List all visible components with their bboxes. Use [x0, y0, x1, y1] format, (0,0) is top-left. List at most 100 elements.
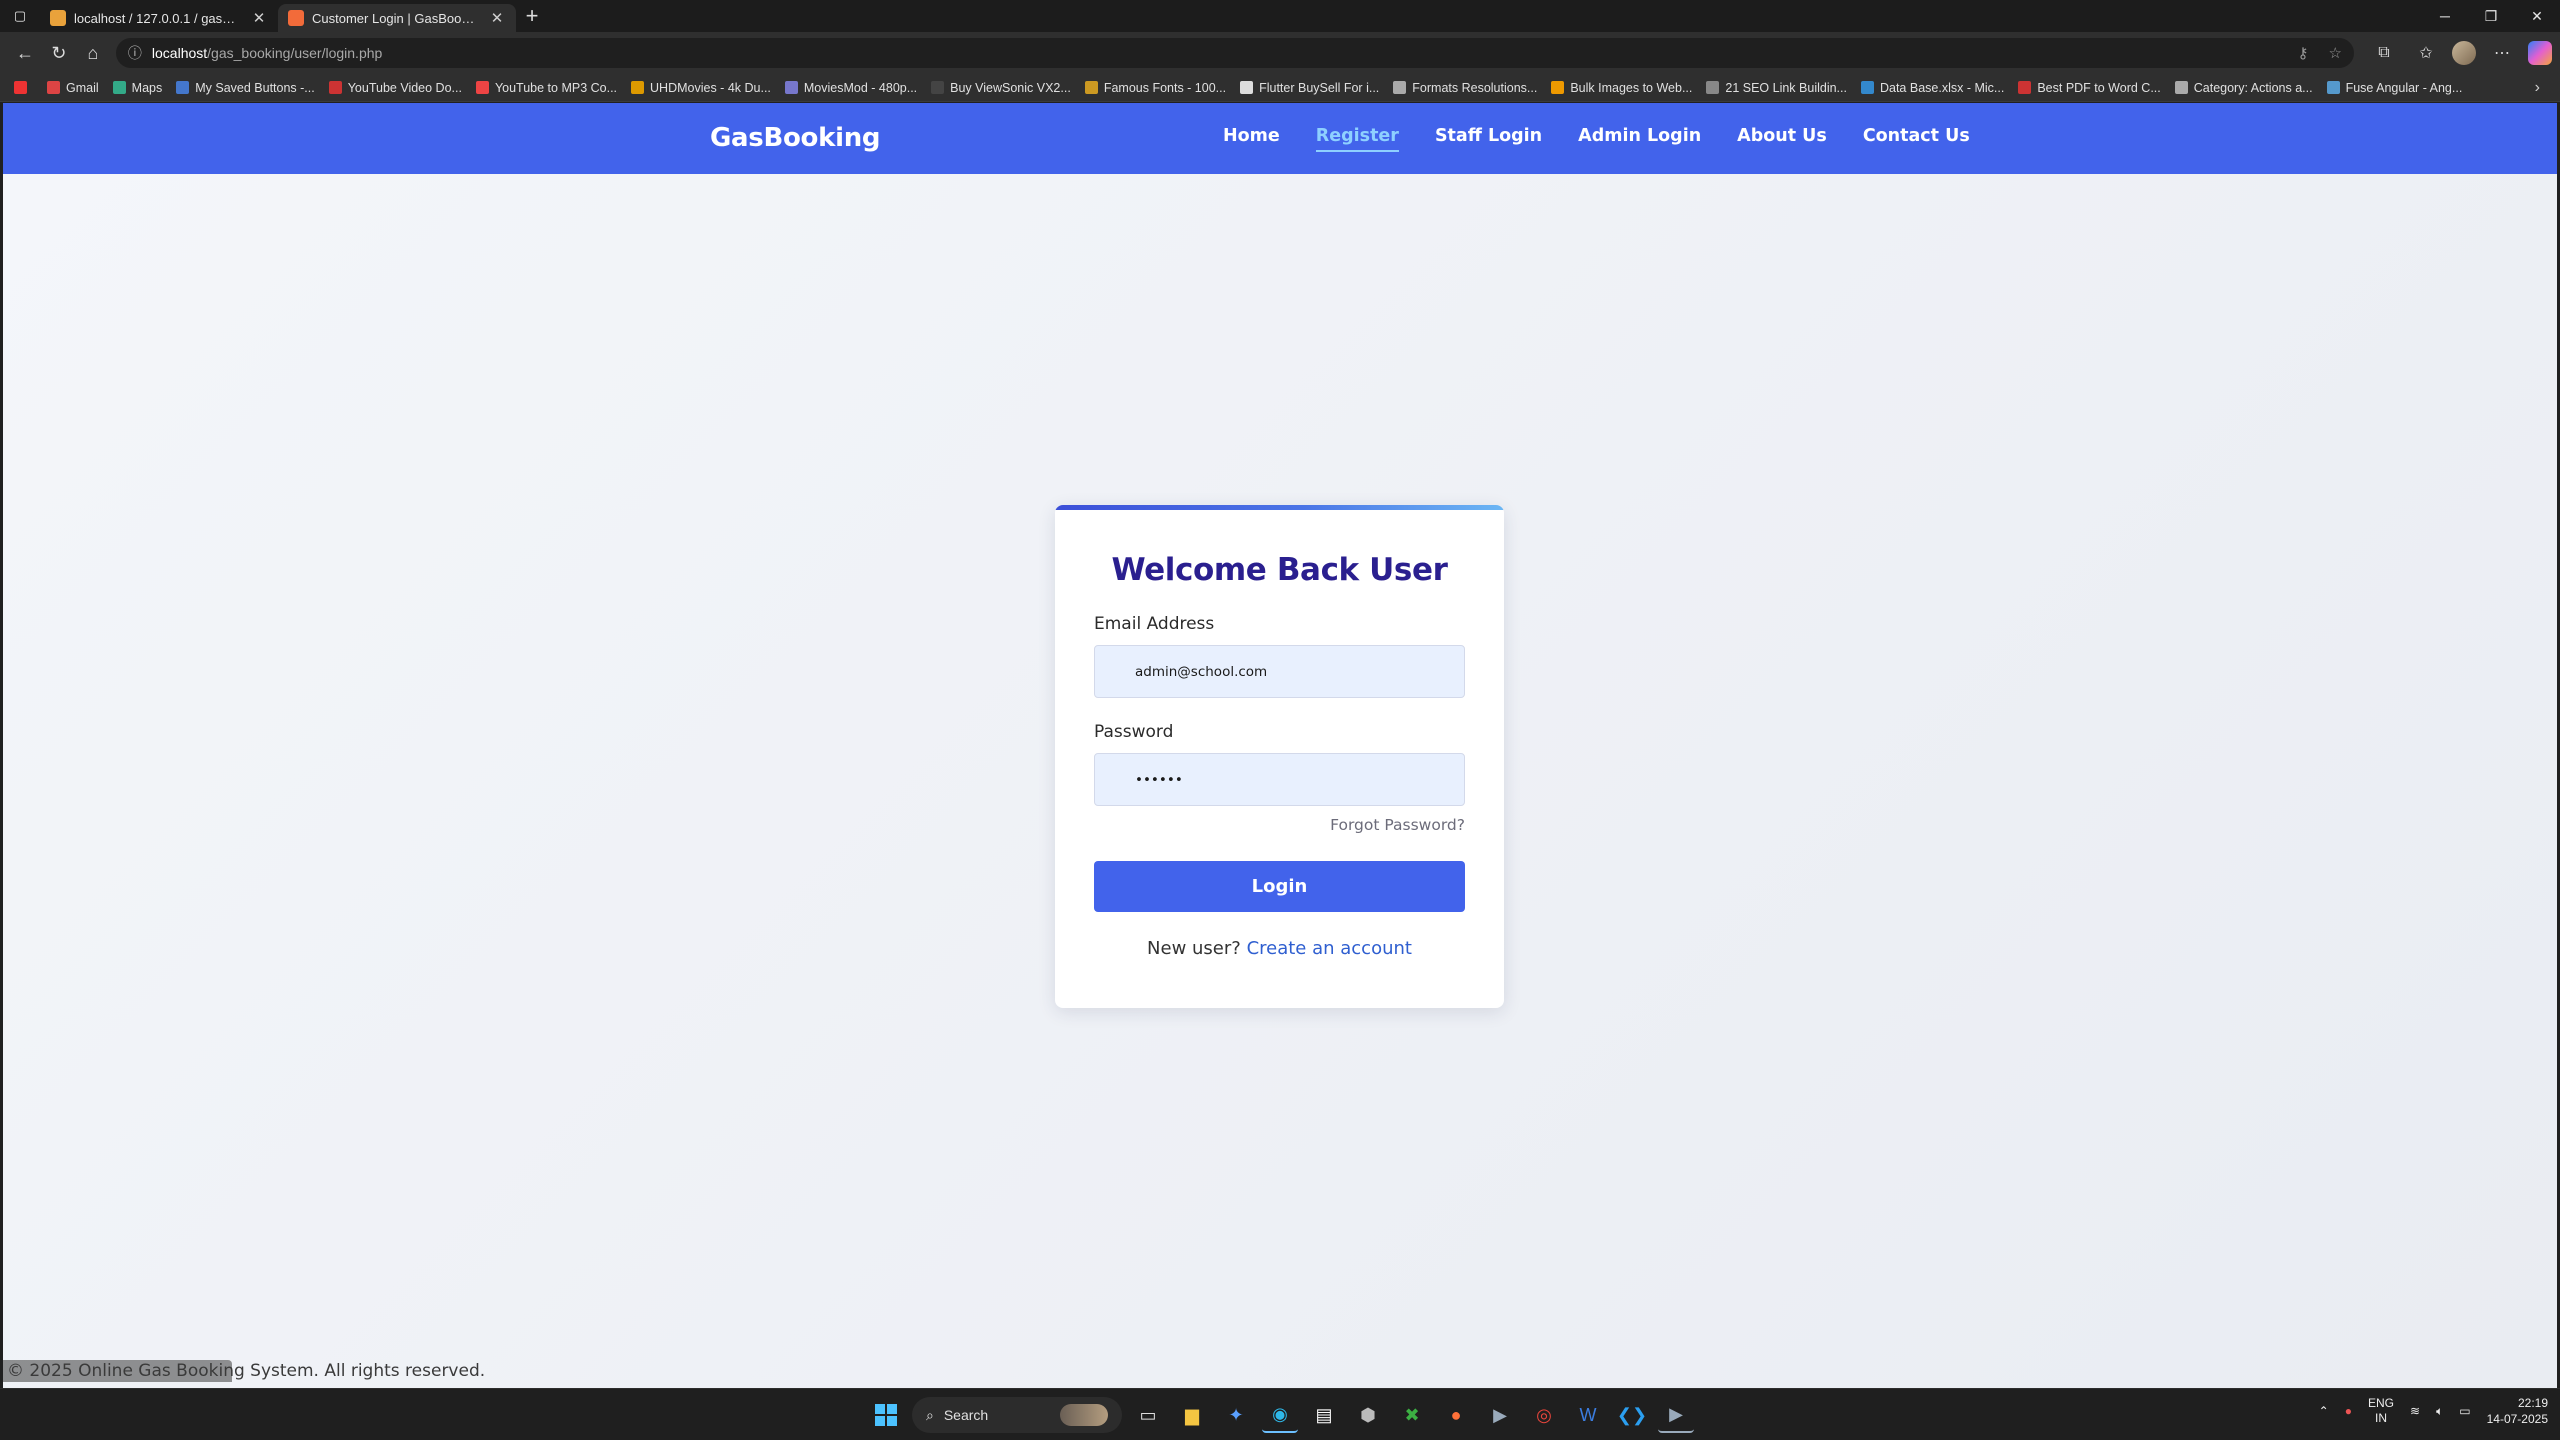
taskbar-search[interactable]: ⌕ Search [912, 1397, 1122, 1433]
edge-browser-icon[interactable]: ◉ [1262, 1397, 1298, 1433]
refresh-icon[interactable]: ↻ [42, 36, 76, 70]
bookmark-favicon-icon [931, 81, 945, 94]
taskbar-apps: ⌕ Search ▭ ▆ ✦ ◉ ▤ ⬢ ✖ ● ▶ ◎ W ❮❯ ▶ [868, 1397, 1694, 1433]
restore-icon[interactable]: ❐ [2468, 0, 2514, 32]
bookmark-label: Bulk Images to Web... [1570, 80, 1693, 95]
bookmark-item[interactable]: Buy ViewSonic VX2... [927, 81, 1081, 95]
gasbooking-favicon-icon [288, 10, 304, 26]
address-bar[interactable]: ⓘ localhost/gas_booking/user/login.php ⚷… [115, 38, 2354, 68]
site-brand[interactable]: GasBooking [710, 123, 881, 153]
forgot-password-link[interactable]: Forgot Password? [1094, 816, 1465, 834]
bookmark-item[interactable]: Flutter BuySell For i... [1236, 81, 1389, 95]
bookmark-favicon-icon [2174, 81, 2188, 94]
login-button[interactable]: Login [1094, 861, 1465, 912]
site-info-icon[interactable]: ⓘ [128, 43, 142, 63]
bookmark-item[interactable]: Fuse Angular - Ang... [2323, 81, 2473, 95]
bookmark-item[interactable]: MoviesMod - 480p... [781, 81, 927, 95]
close-window-icon[interactable]: ✕ [2514, 0, 2560, 32]
clock-time: 22:19 [2517, 1396, 2548, 1410]
tab-phpmyadmin[interactable]: localhost / 127.0.0.1 / gas_booking ✕ [40, 4, 278, 32]
new-tab-button[interactable]: + [516, 0, 548, 32]
bookmark-item[interactable]: Best PDF to Word C... [2014, 81, 2170, 95]
bookmark-item[interactable]: My Saved Buttons -... [172, 81, 325, 95]
bookmark-label: YouTube to MP3 Co... [494, 80, 618, 95]
bookmark-item[interactable]: Formats Resolutions... [1389, 81, 1547, 95]
start-windows-icon[interactable] [868, 1397, 904, 1433]
bookmark-label: Best PDF to Word C... [2037, 80, 2161, 95]
nav-register[interactable]: Register [1315, 126, 1400, 152]
copilot-icon[interactable] [2528, 41, 2552, 65]
bookmarks-overflow-chevron-icon[interactable]: › [2535, 79, 2550, 97]
nav-home[interactable]: Home [1223, 126, 1280, 152]
back-icon[interactable]: ← [8, 36, 42, 70]
copilot-app-icon[interactable]: ✦ [1218, 1397, 1254, 1433]
tab-customer-login[interactable]: Customer Login | GasBooking ✕ [278, 4, 516, 32]
tray-overflow-icon[interactable]: ⌃ [2319, 1404, 2329, 1418]
bookmark-item[interactable]: Famous Fonts - 100... [1081, 81, 1236, 95]
bookmark-label: YouTube Video Do... [347, 80, 462, 95]
page-footer: © 2025 Online Gas Booking System. All ri… [7, 1361, 486, 1381]
password-key-icon[interactable]: ⚷ [2298, 44, 2309, 62]
url-host: localhost [151, 45, 208, 61]
xbox-icon[interactable]: ✖ [1394, 1397, 1430, 1433]
extensions-icon[interactable]: ⧉ [2368, 37, 2400, 69]
nav-about-us[interactable]: About Us [1737, 126, 1827, 152]
bookmark-item[interactable]: Gmail [43, 81, 109, 95]
nav-staff-login[interactable]: Staff Login [1435, 126, 1542, 152]
close-tab-icon[interactable]: ✕ [488, 9, 506, 27]
bookmark-favicon-icon [631, 81, 645, 94]
close-tab-icon[interactable]: ✕ [250, 9, 268, 27]
bookmark-item[interactable]: Data Base.xlsx - Mic... [1857, 81, 2014, 95]
bookmark-item[interactable]: YouTube Video Do... [325, 81, 472, 95]
clock[interactable]: 22:19 14-07-2025 [2487, 1395, 2548, 1427]
tab-actions-icon[interactable]: ▢ [0, 0, 40, 32]
bookmark-item[interactable]: Maps [109, 81, 173, 95]
tab-title: Customer Login | GasBooking [312, 10, 480, 26]
create-account-link[interactable]: Create an account [1247, 938, 1412, 959]
login-title: Welcome Back User [1111, 552, 1448, 588]
bookmark-label: Buy ViewSonic VX2... [950, 80, 1071, 95]
card-accent-bar [1055, 505, 1504, 510]
bookmark-favicon-icon [475, 81, 489, 94]
lang-top: ENG [2367, 1396, 2394, 1410]
powershell-icon[interactable]: ▶ [1658, 1397, 1694, 1433]
wifi-icon[interactable]: ≋ [2410, 1404, 2420, 1418]
email-field[interactable] [1094, 645, 1465, 698]
bookmark-item[interactable]: UHDMovies - 4k Du... [627, 81, 781, 95]
bookmark-favicon-icon [784, 81, 798, 94]
nav-admin-login[interactable]: Admin Login [1578, 126, 1701, 152]
chrome-icon[interactable]: ◎ [1526, 1397, 1562, 1433]
bookmark-label: Fuse Angular - Ang... [2345, 80, 2463, 95]
word-icon[interactable]: W [1570, 1397, 1606, 1433]
password-field[interactable]: •••••• [1094, 753, 1465, 806]
nav-contact-us[interactable]: Contact Us [1863, 126, 1970, 152]
bookmark-item[interactable]: YouTube to MP3 Co... [472, 81, 627, 95]
vscode-icon[interactable]: ❮❯ [1614, 1397, 1650, 1433]
bookmark-item[interactable]: Bulk Images to Web... [1547, 81, 1702, 95]
bookmark-item[interactable]: Category: Actions a... [2171, 81, 2323, 95]
bookmark-favicon-icon [1240, 81, 1254, 94]
task-view-icon[interactable]: ▭ [1130, 1397, 1166, 1433]
password-input[interactable]: •••••• [1135, 772, 1183, 788]
more-menu-icon[interactable]: ⋯ [2486, 37, 2518, 69]
favorite-star-icon[interactable]: ☆ [2329, 44, 2342, 62]
terminal-icon[interactable]: ▶ [1482, 1397, 1518, 1433]
file-explorer-icon[interactable]: ▆ [1174, 1397, 1210, 1433]
minimize-icon[interactable]: ─ [2422, 0, 2468, 32]
language-indicator[interactable]: ENG IN [2368, 1396, 2394, 1426]
home-icon[interactable]: ⌂ [76, 36, 110, 70]
bookmark-item[interactable] [10, 81, 43, 94]
tray-app-icon[interactable]: ● [2345, 1404, 2352, 1418]
firefox-icon[interactable]: ● [1438, 1397, 1474, 1433]
favorites-icon[interactable]: ✩ [2410, 37, 2442, 69]
bookmark-label: Famous Fonts - 100... [1103, 80, 1227, 95]
volume-icon[interactable]: 🔈︎ [2436, 1404, 2443, 1419]
app-dark-icon[interactable]: ⬢ [1350, 1397, 1386, 1433]
email-input[interactable] [1135, 663, 1424, 680]
bookmark-label: Flutter BuySell For i... [1259, 80, 1380, 95]
bookmark-favicon-icon [1551, 81, 1565, 94]
battery-icon[interactable]: ▭ [2459, 1404, 2470, 1418]
bookmark-item[interactable]: 21 SEO Link Buildin... [1702, 81, 1857, 95]
store-icon[interactable]: ▤ [1306, 1397, 1342, 1433]
profile-avatar-icon[interactable] [2452, 41, 2476, 65]
